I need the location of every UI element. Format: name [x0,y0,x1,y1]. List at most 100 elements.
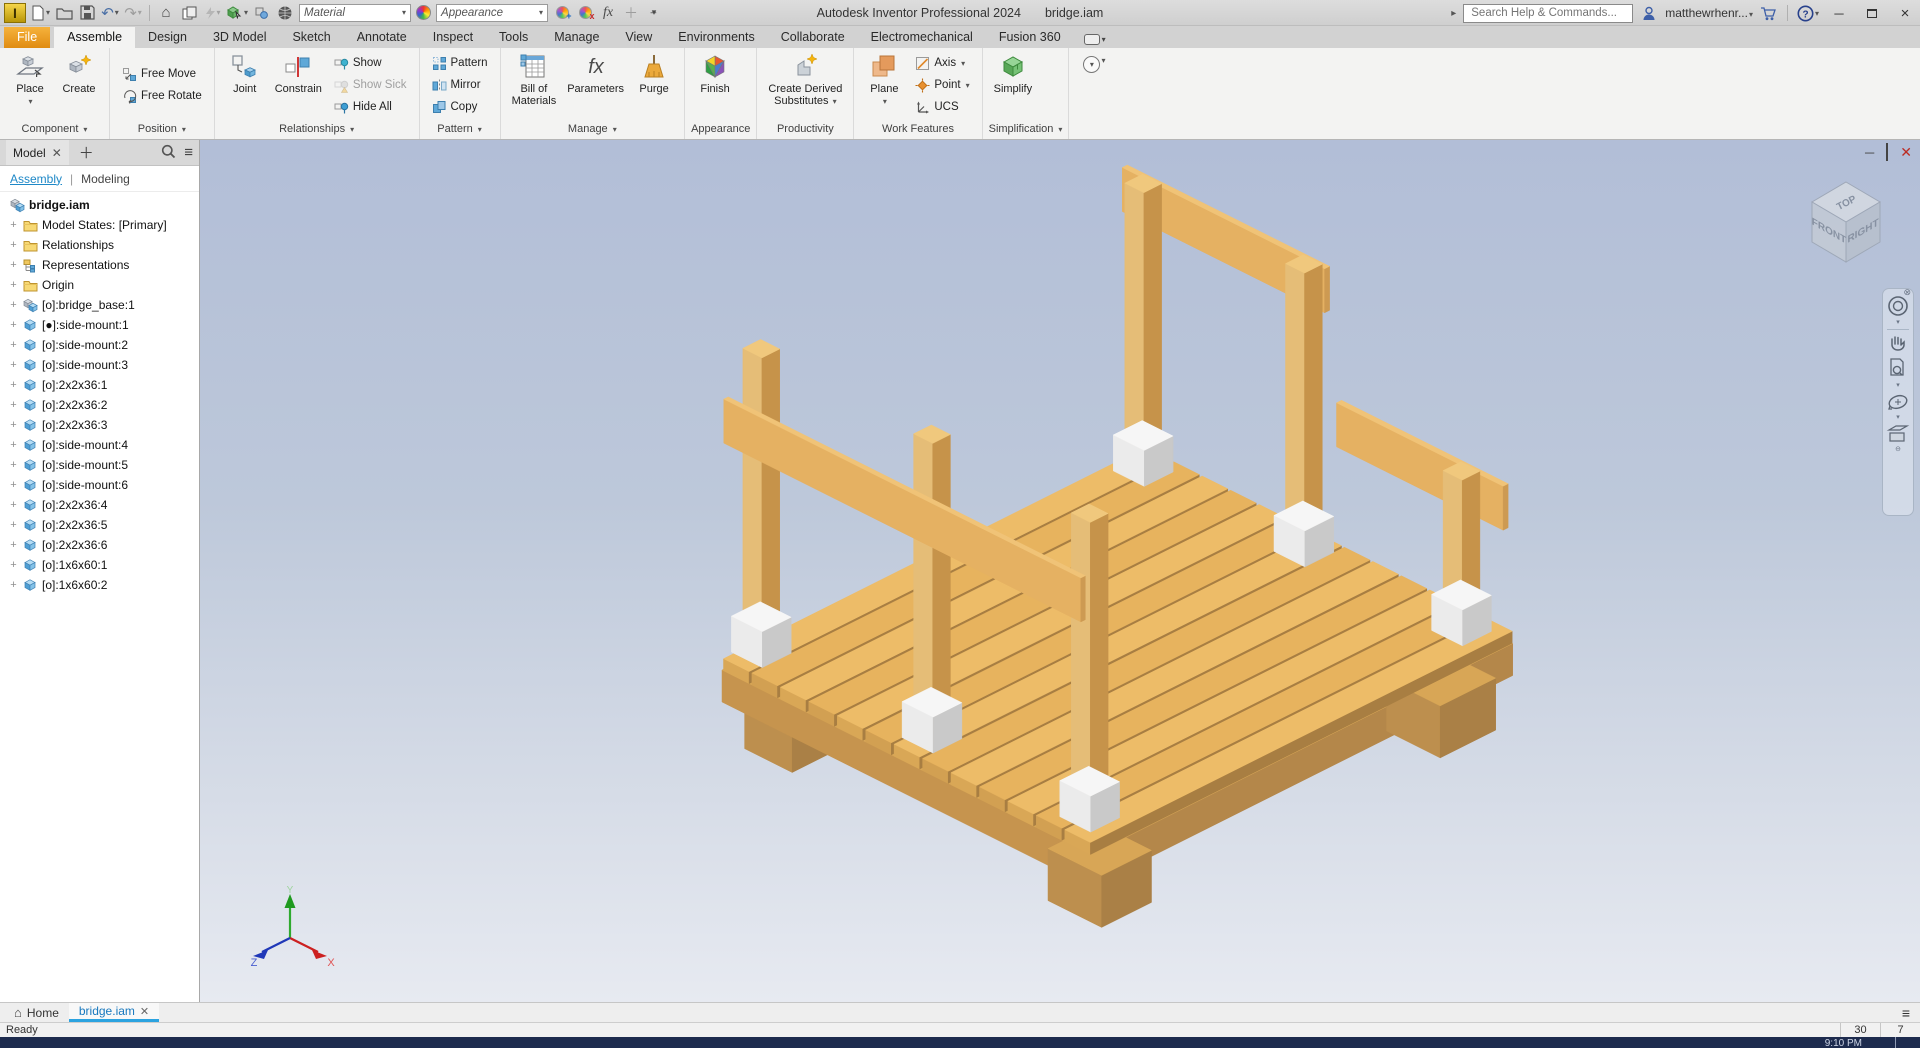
tree-item-model-states-primary[interactable]: + Model States: [Primary] [0,215,199,235]
tree-item-relationships[interactable]: + Relationships [0,235,199,255]
purge-button[interactable]: Purge [631,51,677,119]
browser-search-icon[interactable] [161,144,176,162]
parameters-fx-icon[interactable]: fx [599,3,617,23]
ribbon-tab-manage[interactable]: Manage [541,27,612,48]
tree-item-o-2x2x36-2[interactable]: + [o]:2x2x36:2 [0,395,199,415]
expand-icon[interactable]: + [8,479,19,491]
cds-button[interactable]: Create Derived Substitutes ▾ [764,51,846,119]
chevron-down-icon[interactable]: ▾ [961,59,965,68]
component-select-icon[interactable]: ▾ [226,3,248,23]
look-at-icon[interactable] [1886,424,1910,444]
ribbon-tab-view[interactable]: View [612,27,665,48]
ribbon-tab-environments[interactable]: Environments [665,27,767,48]
material-select[interactable]: Material ▾ [299,3,412,22]
close-icon[interactable]: ✕ [140,1005,149,1018]
ucs-button[interactable]: UCS [910,97,974,118]
expand-icon[interactable]: + [8,579,19,591]
search-input[interactable] [1469,6,1628,20]
chevron-down-icon[interactable]: ▾ [1896,382,1900,389]
finish-button[interactable]: Finish [692,51,738,119]
ribbon-tab-annotate[interactable]: Annotate [344,27,420,48]
create-button[interactable]: Create [56,51,102,119]
group-label-position[interactable]: Position ▾ [110,119,214,139]
username-menu[interactable]: matthewrhenr...▾ [1665,6,1753,20]
pan-icon[interactable] [1888,333,1908,355]
parameters-button[interactable]: fx Parameters [563,51,628,119]
group-label-manage[interactable]: Manage ▾ [501,119,684,139]
search-collapse-icon[interactable]: ▸ [1451,8,1456,19]
point-button[interactable]: Point ▾ [910,75,974,96]
tree-item-o-2x2x36-3[interactable]: + [o]:2x2x36:3 [0,415,199,435]
ribbon-tab-file[interactable]: File [4,27,51,48]
expand-icon[interactable]: + [8,299,19,311]
expand-icon[interactable]: + [8,339,19,351]
add-browser-tab-button[interactable]: ＋ [75,142,98,163]
tree-item-representations[interactable]: + Representations [0,255,199,275]
copy-screen-icon[interactable] [180,3,198,23]
ribbon-tab-collaborate[interactable]: Collaborate [768,27,858,48]
chevron-down-icon[interactable]: ▾ [883,97,887,106]
tree-item-o-2x2x36-4[interactable]: + [o]:2x2x36:4 [0,495,199,515]
adjust-appearance-icon[interactable]: + [553,3,572,23]
free-rotate-button[interactable]: Free Rotate [117,86,207,107]
constrain-button[interactable]: Constrain [271,51,326,119]
undo-icon[interactable]: ↶ ▾ [101,3,119,23]
bridge-model[interactable] [200,140,1920,1002]
more-tools-icon[interactable]: ⊖ [1895,446,1901,453]
ribbon-tab-sketch[interactable]: Sketch [279,27,343,48]
expand-icon[interactable]: + [8,559,19,571]
expand-icon[interactable]: + [8,259,19,271]
doc-restore-icon[interactable] [1886,143,1889,161]
user-avatar-icon[interactable] [1640,3,1658,23]
tree-item-o-side-mount-4[interactable]: + [o]:side-mount:4 [0,435,199,455]
browser-menu-icon[interactable]: ≡ [184,144,193,161]
ribbon-tab-fusion-360[interactable]: Fusion 360 [986,27,1074,48]
windows-taskbar[interactable]: 9:10 PM [0,1037,1920,1048]
tab-list-menu-icon[interactable]: ≡ [1892,1003,1920,1022]
restore-button[interactable] [1859,2,1885,24]
zoom-icon[interactable] [1888,358,1908,380]
chevron-down-icon[interactable]: ▾ [833,97,837,106]
expand-icon[interactable]: + [8,419,19,431]
chevron-down-icon[interactable]: ▾ [966,81,970,90]
navigation-wheel-icon[interactable] [1887,295,1909,317]
ribbon-options-button[interactable]: ▾ [1083,56,1101,73]
doc-minimize-icon[interactable]: ─ [1865,145,1874,160]
clear-appearance-icon[interactable]: x [576,3,595,23]
group-label-simplification[interactable]: Simplification ▾ [983,119,1069,139]
expand-icon[interactable]: + [8,319,19,331]
subtab-modeling[interactable]: Modeling [81,172,130,186]
tweak-component-icon[interactable] [253,3,271,23]
open-file-icon[interactable] [55,3,73,23]
hide-all-button[interactable]: Hide All [329,97,412,118]
group-label-relationships[interactable]: Relationships ▾ [215,119,419,139]
joint-button[interactable]: Joint [222,51,268,119]
browser-tab-model[interactable]: Model ✕ [6,140,69,165]
inventor-logo-icon[interactable]: I [4,2,26,23]
chevron-down-icon[interactable]: ▾ [1896,414,1900,421]
chevron-down-icon[interactable]: ▾ [1101,56,1105,65]
visual-style-sphere-icon[interactable] [276,3,294,23]
ribbon-tab-tools[interactable]: Tools [486,27,541,48]
tree-item-o-side-mount-5[interactable]: + [o]:side-mount:5 [0,455,199,475]
tab-bridge-iam[interactable]: bridge.iam ✕ [68,1003,160,1022]
expand-icon[interactable]: + [8,239,19,251]
help-icon[interactable]: ? ▾ [1797,3,1819,23]
tree-item-bridge-iam[interactable]: bridge.iam [0,195,199,215]
simplify-button[interactable]: Simplify [990,51,1037,119]
minimize-button[interactable]: ─ [1826,2,1852,24]
ribbon-tab-assemble[interactable]: Assemble [54,27,136,48]
navbar-close-icon[interactable]: ⊗ [1903,287,1911,298]
chevron-down-icon[interactable]: ▾ [28,97,32,106]
place-button[interactable]: Place ▾ [7,51,53,119]
expand-icon[interactable]: + [8,219,19,231]
add-qat-icon[interactable]: ＋ [622,3,640,23]
subtab-assembly[interactable]: Assembly [10,172,62,186]
save-icon[interactable] [78,3,96,23]
tree-item-o-1x6x60-2[interactable]: + [o]:1x6x60:2 [0,575,199,595]
copy-button[interactable]: Copy [427,97,493,118]
chevron-down-icon[interactable]: ▾ [1896,319,1900,326]
tree-item-o-1x6x60-1[interactable]: + [o]:1x6x60:1 [0,555,199,575]
close-icon[interactable]: ✕ [52,146,62,160]
tree-item-o-2x2x36-6[interactable]: + [o]:2x2x36:6 [0,535,199,555]
